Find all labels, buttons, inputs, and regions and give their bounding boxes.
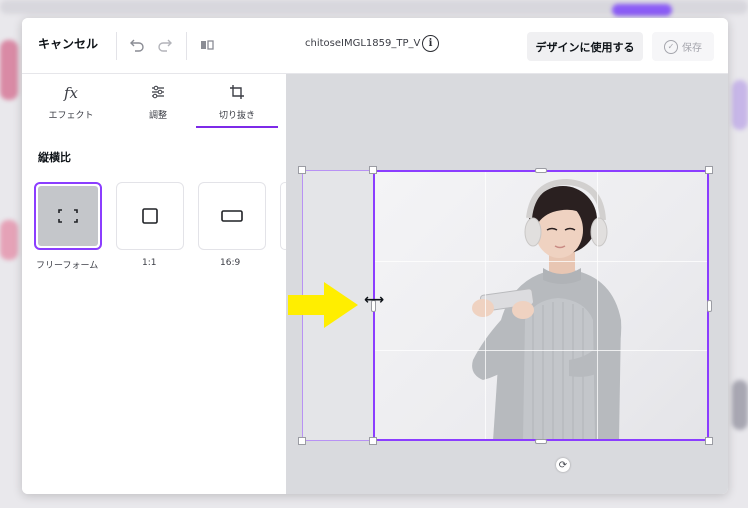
tab-adjust[interactable]: 調整 — [117, 74, 199, 128]
crop-handle-top-left[interactable] — [369, 166, 377, 174]
redo-icon[interactable] — [154, 34, 176, 56]
aspect-option-freeform[interactable] — [34, 182, 102, 250]
edit-tabs: fx エフェクト 調整 切り抜き — [22, 74, 286, 128]
fx-icon: fx — [63, 84, 78, 102]
ghost-corner-handle — [298, 166, 306, 174]
use-in-design-button[interactable]: デザインに使用する — [527, 32, 643, 61]
image-edit-modal: キャンセル chitoseIMGL1859_TP_V i デザインに使用する ✓… — [22, 18, 728, 494]
background-decor — [732, 380, 748, 430]
aspect-label-16-9: 16:9 — [220, 258, 241, 268]
freeform-icon — [58, 209, 78, 223]
tab-effects[interactable]: fx エフェクト — [30, 74, 112, 128]
crop-handle-top[interactable] — [535, 168, 547, 173]
file-name: chitoseIMGL1859_TP_V — [305, 38, 421, 49]
aspect-option-16-9[interactable] — [198, 182, 266, 250]
crop-frame[interactable] — [373, 170, 709, 441]
background-decor — [0, 220, 18, 260]
crop-handle-bottom-left[interactable] — [369, 437, 377, 445]
edit-sidebar: fx エフェクト 調整 切り抜き 縦横比 フリーフォーム 1:1 16:9 — [22, 74, 290, 494]
save-label: 保存 — [682, 43, 702, 54]
crop-handle-top-right[interactable] — [705, 166, 713, 174]
widescreen-icon — [221, 210, 243, 222]
save-button[interactable]: ✓ 保存 — [652, 32, 714, 61]
compare-icon[interactable] — [196, 34, 218, 56]
aspect-label-1-1: 1:1 — [142, 258, 157, 268]
top-toolbar: キャンセル chitoseIMGL1859_TP_V i デザインに使用する ✓… — [22, 18, 728, 74]
crop-grid-line — [485, 172, 486, 439]
crop-grid-line — [375, 261, 707, 262]
divider — [186, 32, 187, 60]
crop-handle-bottom-right[interactable] — [705, 437, 713, 445]
cancel-button[interactable]: キャンセル — [38, 35, 98, 52]
square-icon — [142, 208, 158, 224]
crop-handle-right[interactable] — [707, 300, 712, 312]
crop-handle-bottom[interactable] — [535, 439, 547, 444]
tab-label: 切り抜き — [218, 111, 255, 121]
tab-label: 調整 — [148, 111, 167, 121]
background-decor — [612, 4, 672, 16]
aspect-ratio-title: 縦横比 — [38, 151, 71, 164]
check-icon: ✓ — [664, 39, 678, 54]
crop-grid-line — [597, 172, 598, 439]
crop-grid-line — [375, 350, 707, 351]
sliders-icon — [117, 84, 199, 104]
rotate-icon[interactable]: ⟳ — [556, 458, 570, 472]
info-icon[interactable]: i — [422, 35, 439, 52]
divider — [116, 32, 117, 60]
undo-icon[interactable] — [126, 34, 148, 56]
crop-icon — [196, 84, 278, 104]
ghost-corner-handle — [298, 437, 306, 445]
tab-crop[interactable]: 切り抜き — [196, 74, 278, 128]
freeform-preview — [38, 186, 98, 246]
aspect-label-freeform: フリーフォーム — [36, 261, 99, 271]
background-decor — [0, 40, 18, 100]
resize-horizontal-cursor-icon: ⟷ — [364, 292, 385, 308]
aspect-option-1-1[interactable] — [116, 182, 184, 250]
background-decor — [732, 80, 748, 130]
yellow-arrow-icon — [288, 282, 358, 328]
tab-label: エフェクト — [48, 111, 94, 121]
